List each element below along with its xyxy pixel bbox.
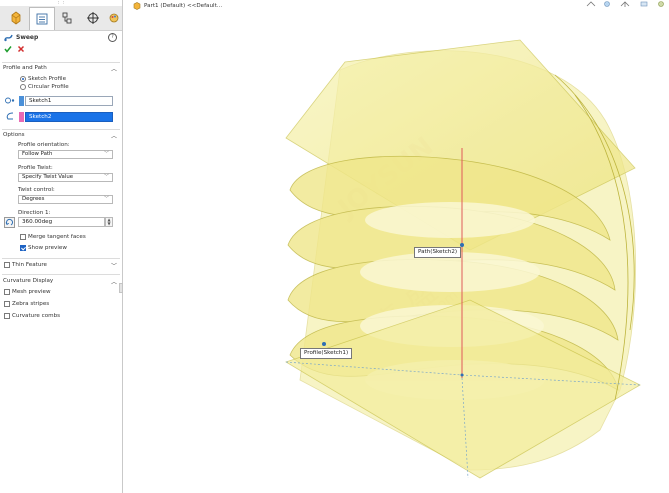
twist-control-value: Degrees [22,196,45,202]
graphics-area[interactable]: Part1 (Default) <<Default... JOYSUN 卓 盛 … [123,0,669,493]
section-divider [2,258,120,259]
sweep-feature-icon [4,34,13,42]
sketch-profile-radio[interactable] [20,76,26,82]
path-selection-icon [6,112,14,120]
section-curvature-title[interactable]: Curvature Display [3,278,53,284]
tab-feature-manager[interactable] [4,8,28,28]
collapse-chevron-icon[interactable]: ︿ [111,131,117,140]
manager-tabs [0,6,122,31]
section-thin-feature-title: Thin Feature [12,262,47,268]
expand-chevron-icon[interactable]: ﹀ [111,261,117,270]
dimxpert-manager-icon [87,12,99,24]
help-icon[interactable]: ? [108,33,117,42]
twist-control-select[interactable]: Degrees ﹀ [18,195,113,204]
twist-label: Profile Twist: [18,165,53,171]
sweep-preview-model [285,39,641,479]
mesh-preview-label: Mesh preview [12,289,51,295]
show-preview-checkbox[interactable] [20,245,26,251]
twist-select[interactable]: Specify Twist Value ﹀ [18,173,113,182]
sketch-profile-label: Sketch Profile [28,76,67,82]
path-field[interactable]: Sketch2 [25,112,113,122]
tab-display-manager[interactable] [107,8,121,28]
section-divider [2,129,120,130]
orientation-label: Profile orientation: [18,142,70,148]
chevron-down-icon: ﹀ [103,151,109,157]
configuration-manager-icon [62,12,72,24]
path-callout[interactable]: Path(Sketch2) [414,247,462,258]
zebra-stripes-checkbox[interactable] [4,301,10,307]
curvature-combs-checkbox[interactable] [4,313,10,319]
profile-callout[interactable]: Profile(Sketch1) [300,348,353,359]
rotate-arrow-icon [5,218,14,226]
orientation-value: Follow Path [22,151,53,157]
twist-control-label: Twist control: [18,187,55,193]
collapse-chevron-icon[interactable]: ︿ [111,277,117,286]
direction-angle-input[interactable]: 360.00deg [18,217,105,227]
merge-tangent-checkbox[interactable] [20,234,26,240]
cancel-button[interactable] [17,45,25,55]
tab-configuration-manager[interactable] [55,8,79,28]
angle-spinner[interactable]: ▲ ▼ [105,217,113,227]
property-manager: ⋮⋮ Sweep ? Profile and Path ︿ Sketch Pro… [0,0,123,493]
chevron-down-icon: ﹀ [103,196,109,202]
display-manager-icon [109,13,119,23]
section-divider [2,62,120,63]
section-profile-path-title[interactable]: Profile and Path [3,65,47,71]
show-preview-label: Show preview [28,245,67,251]
ok-button[interactable] [4,45,12,55]
feature-title: Sweep [16,34,39,41]
mesh-preview-checkbox[interactable] [4,289,10,295]
tab-dimxpert-manager[interactable] [81,8,105,28]
feature-manager-icon [11,11,21,25]
profile-selection-icon [5,97,15,104]
tab-property-manager[interactable] [29,7,55,30]
check-icon [4,46,12,53]
panel-grip[interactable]: ⋮⋮ [56,0,66,5]
reverse-direction-button[interactable] [4,217,15,228]
profile-field[interactable]: Sketch1 [25,96,113,106]
merge-tangent-label: Merge tangent faces [28,234,86,240]
collapse-chevron-icon[interactable]: ︿ [111,64,117,73]
curvature-combs-label: Curvature combs [12,313,61,319]
circular-profile-radio[interactable] [20,84,26,90]
x-icon [17,45,25,53]
section-divider [2,274,120,275]
zebra-stripes-label: Zebra stripes [12,301,50,307]
circular-profile-label: Circular Profile [28,84,69,90]
profile-color-swatch [19,96,24,106]
property-manager-icon [36,13,48,25]
chevron-down-icon: ﹀ [103,174,109,180]
section-options-title[interactable]: Options [3,132,25,138]
path-color-swatch [19,112,24,122]
orientation-select[interactable]: Follow Path ﹀ [18,150,113,159]
twist-value: Specify Twist Value [22,174,74,180]
direction-label: Direction 1: [18,210,51,216]
thin-feature-checkbox[interactable] [4,262,10,268]
